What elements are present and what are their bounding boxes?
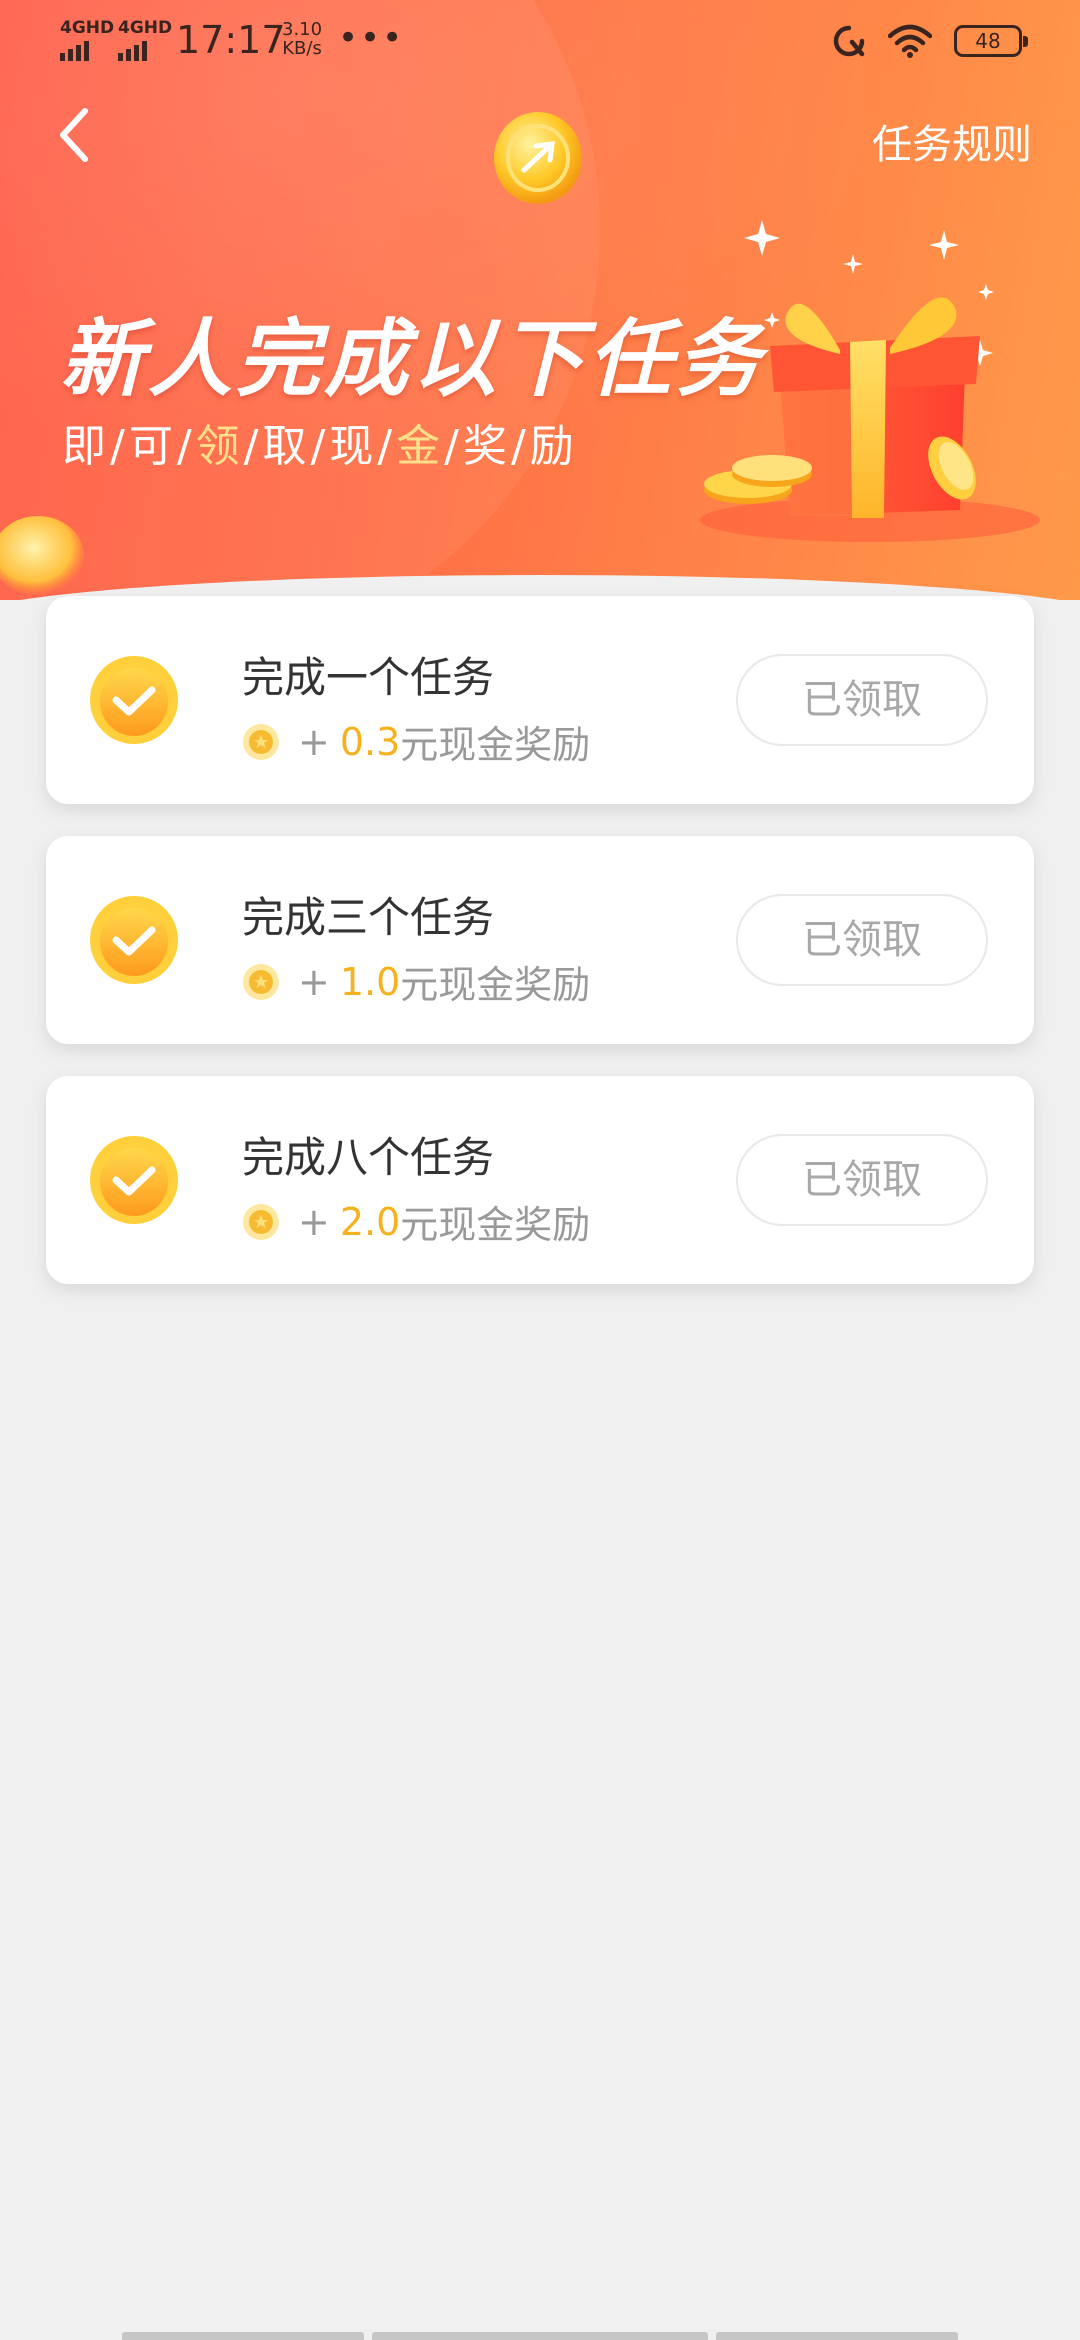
task-reward: + 0.3 元现金奖励 xyxy=(242,714,590,769)
nav-handle[interactable] xyxy=(372,2332,708,2340)
task-title: 完成三个任务 xyxy=(242,893,495,942)
status-icons: 48 xyxy=(832,24,1028,58)
header-banner: 4GHD 4GHD 17:17 3.10 KB/s ••• 48 任务规则 新人… xyxy=(0,0,1080,600)
coin-icon xyxy=(494,112,582,204)
gift-box-icon xyxy=(700,220,1040,542)
task-reward: + 1.0 元现金奖励 xyxy=(242,954,590,1009)
page-headline: 新人完成以下任务 xyxy=(60,310,765,408)
more-dots: ••• xyxy=(338,18,405,58)
task-rules-link[interactable]: 任务规则 xyxy=(872,112,1032,170)
reward-amount: 1.0 xyxy=(339,959,401,1004)
coin-icon xyxy=(243,963,279,1000)
claimed-button[interactable]: 已领取 xyxy=(736,654,988,746)
claimed-button[interactable]: 已领取 xyxy=(736,1134,988,1226)
check-badge-icon xyxy=(90,656,178,744)
signal-icon: 4GHD xyxy=(60,20,114,61)
coin-icon xyxy=(243,1203,279,1240)
back-chevron-icon xyxy=(60,108,88,162)
wifi-icon xyxy=(888,24,932,58)
page-subline: 即/可/领/取/现/金/奖/励 xyxy=(62,421,578,472)
task-card: 完成一个任务 + 0.3 元现金奖励 已领取 xyxy=(46,596,1034,804)
check-badge-icon xyxy=(90,896,178,984)
battery-icon: 48 xyxy=(954,25,1028,57)
coin-icon xyxy=(243,723,279,760)
nav-handle[interactable] xyxy=(122,2332,364,2340)
signal-icon: 4GHD xyxy=(118,20,172,61)
reward-amount: 2.0 xyxy=(339,1199,401,1244)
reward-amount: 0.3 xyxy=(339,719,401,764)
task-title: 完成一个任务 xyxy=(242,653,495,702)
refresh-icon xyxy=(833,25,865,57)
check-badge-icon xyxy=(90,1136,178,1224)
task-title: 完成八个任务 xyxy=(242,1133,495,1182)
task-card: 完成三个任务 + 1.0 元现金奖励 已领取 xyxy=(46,836,1034,1044)
navigation-bar[interactable] xyxy=(0,2330,1080,2340)
status-time: 17:17 xyxy=(176,18,286,62)
status-bar: 4GHD 4GHD 17:17 3.10 KB/s ••• 48 xyxy=(0,0,1080,80)
back-button[interactable] xyxy=(40,100,110,170)
coin-icon xyxy=(0,516,84,596)
task-list: 完成一个任务 + 0.3 元现金奖励 已领取 完成三个任务 + 1.0 元现金奖… xyxy=(46,596,1034,1316)
task-card: 完成八个任务 + 2.0 元现金奖励 已领取 xyxy=(46,1076,1034,1284)
network-speed: 3.10 KB/s xyxy=(282,19,323,59)
task-reward: + 2.0 元现金奖励 xyxy=(242,1194,590,1249)
claimed-button[interactable]: 已领取 xyxy=(736,894,988,986)
nav-handle[interactable] xyxy=(716,2332,958,2340)
